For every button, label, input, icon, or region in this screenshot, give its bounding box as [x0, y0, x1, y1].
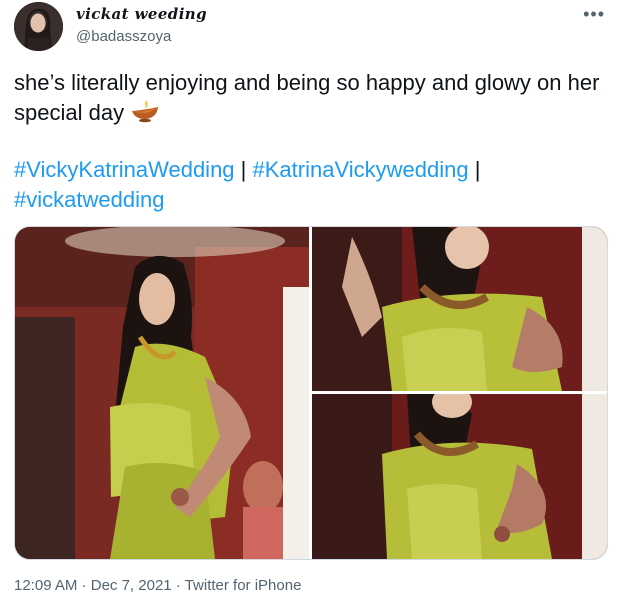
bride-dancing-photo[interactable] — [15, 227, 309, 559]
tweet-text-content: she’s literally enjoying and being so ha… — [14, 70, 600, 125]
tweet-source[interactable]: Twitter for iPhone — [185, 577, 302, 594]
tweet-text: she’s literally enjoying and being so ha… — [14, 68, 604, 128]
author-display-name[interactable]: vickat weeding — [76, 5, 207, 23]
hashtag-link[interactable]: #KatrinaVickywedding — [253, 157, 469, 182]
hashtag-block: #VickyKatrinaWedding | #KatrinaVickywedd… — [14, 155, 604, 215]
bride-dancing-closeup-photo[interactable] — [312, 227, 607, 391]
media-grid — [14, 226, 608, 560]
tweet-metadata: 12:09 AM · Dec 7, 2021 · Twitter for iPh… — [14, 577, 301, 594]
hashtag-separator: | — [474, 157, 481, 182]
tweet: vickat weeding @badasszoya ••• she’s lit… — [0, 0, 623, 598]
avatar[interactable] — [14, 2, 63, 51]
bride-dancing-closeup-photo-2[interactable] — [312, 394, 607, 559]
tweet-time[interactable]: 12:09 AM — [14, 577, 77, 594]
more-options-icon[interactable]: ••• — [583, 4, 605, 25]
hashtag-separator: | — [240, 157, 247, 182]
tweet-date[interactable]: Dec 7, 2021 — [91, 577, 172, 594]
meta-separator: · — [81, 577, 87, 594]
hashtag-link[interactable]: #VickyKatrinaWedding — [14, 157, 235, 182]
diya-lamp-icon — [130, 98, 160, 124]
author-handle[interactable]: @badasszoya — [76, 28, 171, 45]
hashtag-link[interactable]: #vickatwedding — [14, 187, 164, 212]
meta-separator: · — [175, 577, 181, 594]
